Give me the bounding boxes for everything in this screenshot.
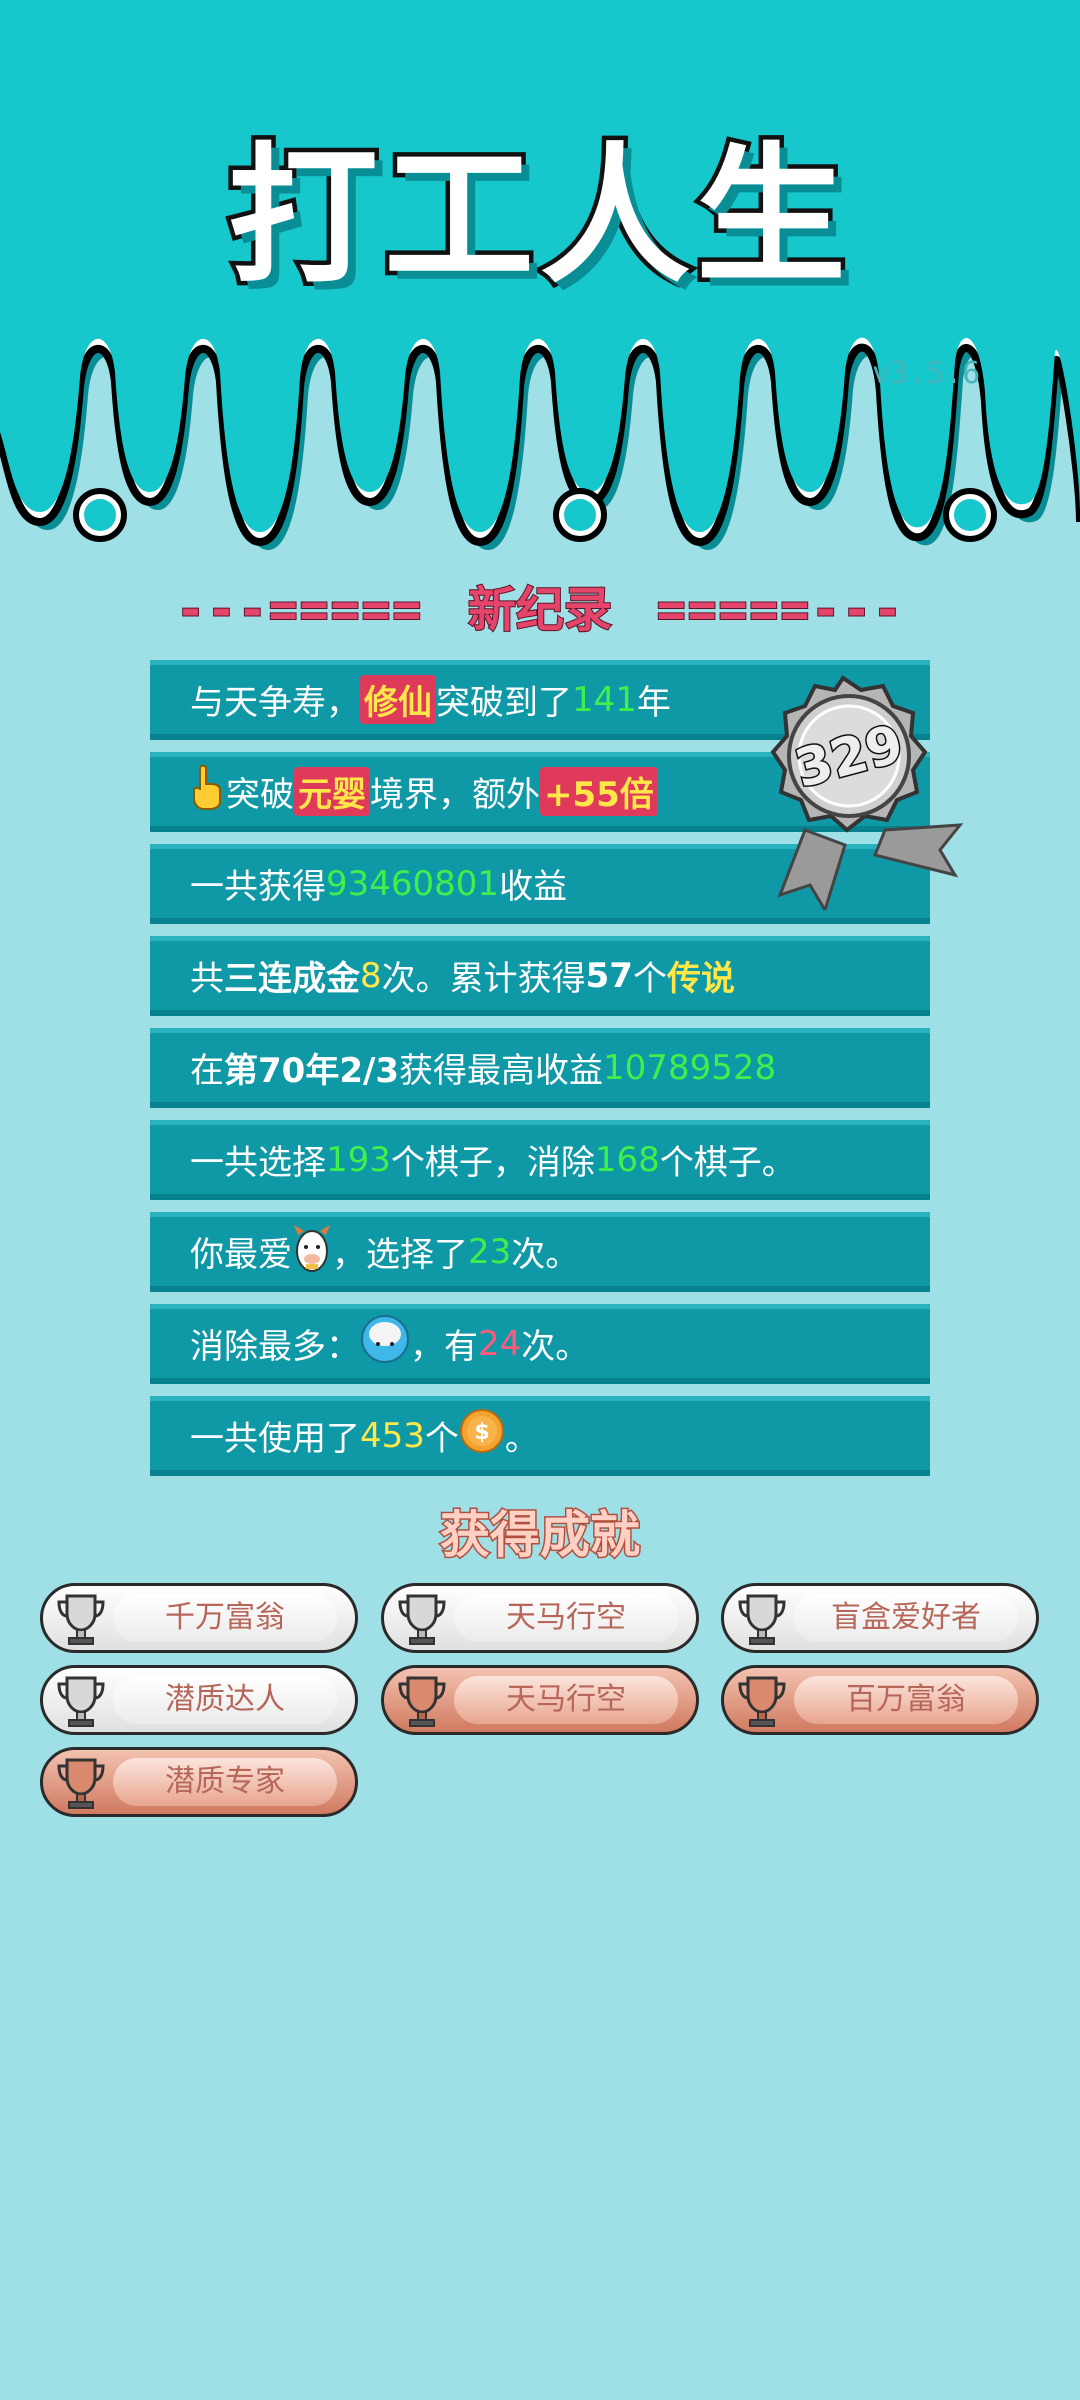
record-right-deco: =====--- — [656, 581, 904, 639]
achievement-item[interactable]: 盲盒爱好者 — [721, 1583, 1039, 1653]
stat-text: 。 — [504, 1419, 539, 1459]
stat-bold: 57 — [585, 955, 633, 996]
trophy-icon — [736, 1674, 788, 1732]
stat-text: 个棋子。 — [659, 1143, 796, 1183]
pointing-hand-icon — [190, 764, 226, 819]
stat-number: 8 — [360, 955, 382, 996]
stat-bold: 三连成金 — [224, 959, 360, 999]
stat-row-most-removed: 消除最多： ，有 24 次。 — [150, 1304, 930, 1384]
achievement-item[interactable]: 天马行空 — [381, 1665, 699, 1735]
new-record-header: ---===== 新纪录 =====--- — [0, 570, 1080, 640]
stat-row-best-income: 在 第70年2/3 获得最高收益 10789528 — [150, 1028, 930, 1108]
stat-row-pieces: 一共选择 193 个棋子，消除 168 个棋子。 — [150, 1120, 930, 1200]
achievements-title: 获得成就 — [439, 1505, 642, 1566]
stat-text: ，选择了 — [332, 1235, 468, 1275]
stat-text: 个 — [424, 1419, 459, 1459]
record-badge: 329 — [735, 660, 975, 914]
stat-number: 453 — [360, 1415, 425, 1456]
stat-text: 个 — [632, 959, 667, 999]
stat-text: 次。 — [511, 1235, 580, 1275]
achievement-label: 千万富翁 — [165, 1600, 285, 1635]
trophy-icon — [396, 1674, 448, 1732]
stat-text: 获得最高收益 — [399, 1051, 604, 1091]
version-label: v3.5.6 — [872, 356, 981, 391]
achievement-item[interactable]: 百万富翁 — [721, 1665, 1039, 1735]
rice-bowl-icon — [360, 1314, 410, 1373]
stat-text: 共 — [190, 959, 224, 999]
coin-icon: $ — [459, 1408, 505, 1463]
achievement-item[interactable]: 潜质专家 — [40, 1747, 358, 1817]
stat-number: 141 — [572, 679, 637, 720]
achievement-item[interactable]: 天马行空 — [381, 1583, 699, 1653]
game-title: 打工人生 — [223, 126, 852, 309]
stat-text: 你最爱 — [190, 1235, 292, 1275]
achievement-label: 潜质专家 — [165, 1764, 285, 1799]
stat-text: 境界，额外 — [370, 775, 540, 815]
stat-row-coins: 一共使用了 453 个 $ 。 — [150, 1396, 930, 1476]
stat-highlight: 元婴 — [294, 767, 370, 816]
cow-icon — [292, 1221, 332, 1282]
header: 打工人生 v3.5.6 — [0, 0, 1080, 560]
stat-text: 消除最多： — [190, 1327, 360, 1367]
stat-number: 93460801 — [326, 863, 500, 904]
stat-highlight: 修仙 — [360, 675, 436, 724]
achievement-item[interactable]: 潜质达人 — [40, 1665, 358, 1735]
stat-text: 年 — [636, 683, 671, 723]
achievement-label: 天马行空 — [506, 1682, 626, 1717]
stat-number: 10789528 — [603, 1047, 777, 1088]
stat-text: 次。 — [521, 1327, 590, 1367]
stat-number: 23 — [468, 1231, 512, 1272]
stat-number: 193 — [326, 1139, 391, 1180]
stat-text: 一共选择 — [190, 1143, 326, 1183]
svg-text:$: $ — [474, 1420, 489, 1445]
stat-text: 收益 — [499, 867, 568, 907]
trophy-icon — [736, 1592, 788, 1650]
stat-row-triples: 共 三连成金 8 次。累计获得 57 个 传说 — [150, 936, 930, 1016]
stat-text: 突破到了 — [436, 683, 572, 723]
stat-text: 与天争寿， — [190, 683, 360, 723]
stat-legend-label: 传说 — [666, 959, 735, 999]
stat-text: 一共获得 — [190, 867, 326, 907]
stat-text: 一共使用了 — [190, 1419, 360, 1459]
stat-number: 24 — [478, 1323, 522, 1364]
stat-text: 在 — [190, 1051, 224, 1091]
trophy-icon — [55, 1674, 107, 1732]
stat-text: 个棋子，消除 — [390, 1143, 595, 1183]
achievement-label: 百万富翁 — [846, 1682, 966, 1717]
record-title: 新纪录 — [467, 581, 613, 639]
stat-text: 次。累计获得 — [381, 959, 586, 999]
achievement-label: 天马行空 — [506, 1600, 626, 1635]
record-left-deco: ---===== — [175, 581, 424, 639]
stat-bold: 第70年2/3 — [224, 1051, 400, 1091]
trophy-icon — [396, 1592, 448, 1650]
achievement-item[interactable]: 千万富翁 — [40, 1583, 358, 1653]
stat-text: ，有 — [410, 1327, 478, 1367]
stat-bonus: +55倍 — [540, 767, 658, 816]
achievement-label: 潜质达人 — [165, 1682, 285, 1717]
trophy-icon — [55, 1756, 107, 1814]
trophy-icon — [55, 1592, 107, 1650]
stat-row-favorite: 你最爱 ，选择了 23 次。 — [150, 1212, 930, 1292]
stat-text: 突破 — [226, 775, 294, 815]
achievement-label: 盲盒爱好者 — [831, 1600, 981, 1635]
stat-number: 168 — [594, 1139, 660, 1180]
